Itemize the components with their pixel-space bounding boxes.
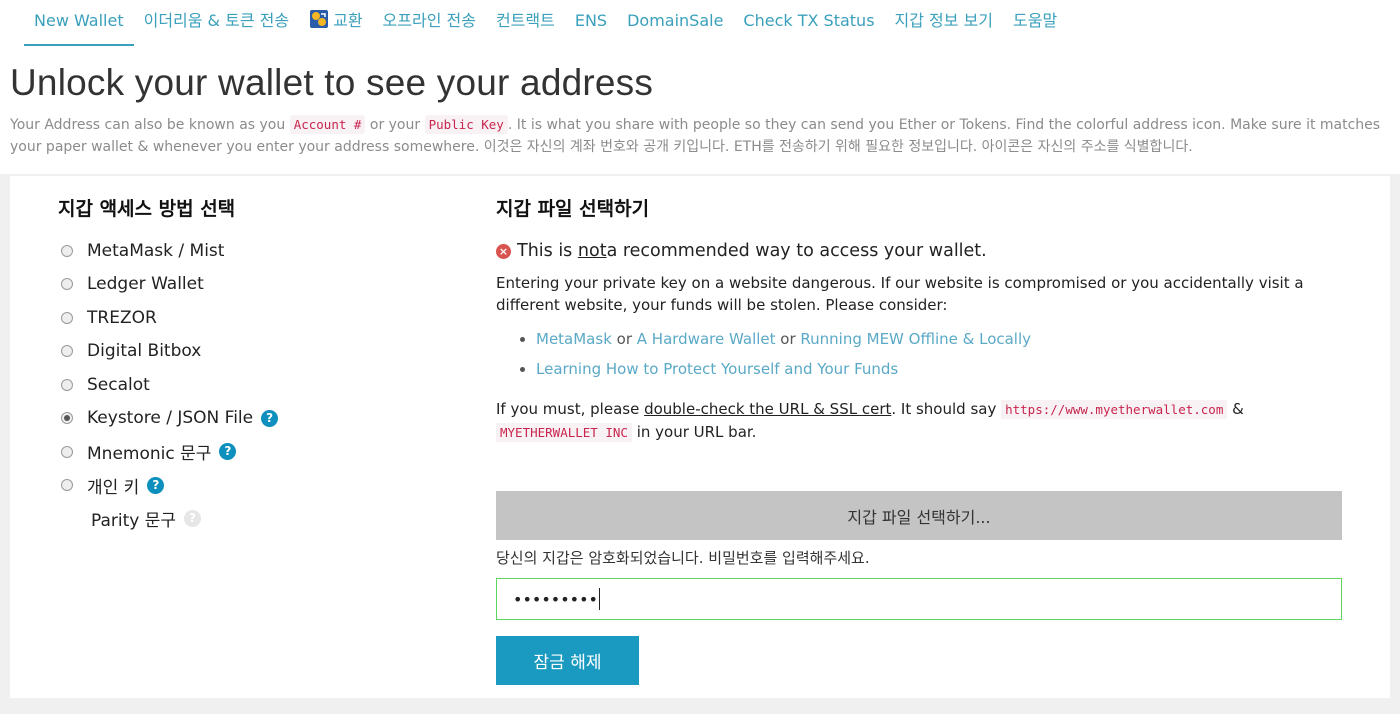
access-options: MetaMask / Mist Ledger Wallet TREZOR Dig… [58, 234, 458, 536]
help-icon[interactable]: ? [219, 443, 237, 461]
radio-button[interactable] [61, 244, 73, 257]
password-input[interactable]: ••••••••• [496, 578, 1342, 620]
access-method-title: 지갑 액세스 방법 선택 [58, 198, 236, 220]
url-check-paragraph: If you must, please double-check the URL… [496, 398, 1342, 444]
nav-send[interactable]: 이더리움 & 토큰 전송 [134, 0, 300, 46]
desc-text-1: Your Address can also be known as you [10, 117, 290, 133]
warn-pre: This is [517, 241, 573, 261]
or-text: or [611, 330, 637, 348]
suggestion-list: MetaMask or A Hardware Wallet or Running… [496, 324, 1342, 384]
warning-line: × This is not a recommended way to acces… [496, 234, 1342, 268]
option-metamask[interactable]: MetaMask / Mist [58, 234, 458, 268]
page-description: Your Address can also be known as you Ac… [10, 114, 1390, 158]
option-ledger[interactable]: Ledger Wallet [58, 268, 458, 302]
option-mnemonic[interactable]: Mnemonic 문구? [58, 435, 458, 469]
ssl-check-link[interactable]: double-check the URL & SSL cert [644, 400, 891, 418]
code-public-key: Public Key [424, 115, 508, 134]
option-label: Parity 문구 [91, 511, 177, 532]
help-icon[interactable]: ? [147, 476, 165, 494]
radio-button[interactable] [61, 278, 73, 291]
option-secalot[interactable]: Secalot [58, 368, 458, 402]
desc-text-2: or your [365, 117, 425, 133]
text-caret [598, 588, 600, 610]
error-icon: × [496, 243, 511, 259]
option-label: Keystore / JSON File [87, 408, 254, 429]
help-icon[interactable]: ? [184, 510, 202, 528]
nav-offline[interactable]: 오프라인 전송 [373, 0, 486, 46]
swap-icon [309, 3, 329, 45]
nav-swap[interactable]: 교환 [299, 0, 372, 46]
option-keystore[interactable]: Keystore / JSON File? [58, 402, 458, 436]
option-private-key[interactable]: 개인 키? [58, 469, 458, 503]
password-value: ••••••••• [513, 589, 598, 609]
offline-link[interactable]: Running MEW Offline & Locally [800, 330, 1031, 348]
nav-check-tx[interactable]: Check TX Status [733, 0, 884, 46]
nav-domainsale[interactable]: DomainSale [617, 0, 733, 46]
hardware-wallet-link[interactable]: A Hardware Wallet [637, 330, 776, 348]
nav-contracts[interactable]: 컨트랙트 [486, 0, 565, 46]
option-label: Secalot [87, 374, 150, 395]
must-amp: & [1227, 400, 1244, 418]
unlock-panel: 지갑 액세스 방법 선택 MetaMask / Mist Ledger Wall… [10, 176, 1390, 698]
radio-button[interactable] [61, 311, 73, 324]
nav-new-wallet[interactable]: New Wallet [24, 0, 134, 46]
option-label: Mnemonic 문구 [87, 444, 212, 465]
url-code: https://www.myetherwallet.com [1001, 400, 1228, 419]
option-trezor[interactable]: TREZOR [58, 301, 458, 335]
page-title: Unlock your wallet to see your address [10, 62, 654, 103]
list-item: Learning How to Protect Yourself and You… [536, 354, 1342, 384]
radio-button-checked[interactable] [61, 412, 73, 425]
radio-button[interactable] [61, 445, 73, 458]
help-icon[interactable]: ? [261, 409, 279, 427]
wallet-file-title: 지갑 파일 선택하기 [496, 198, 650, 220]
metamask-link[interactable]: MetaMask [536, 330, 612, 348]
main-nav: New Wallet 이더리움 & 토큰 전송 교환 오프라인 전송 컨트랙트 … [24, 0, 1067, 46]
unlock-button[interactable]: 잠금 해제 [496, 636, 639, 685]
select-wallet-file-button[interactable]: 지갑 파일 선택하기... [496, 491, 1342, 540]
nav-ens[interactable]: ENS [565, 0, 617, 46]
warn-not: not [577, 241, 607, 261]
top-area: New Wallet 이더리움 & 토큰 전송 교환 오프라인 전송 컨트랙트 … [0, 0, 1400, 174]
warning-paragraph: Entering your private key on a website d… [496, 274, 1304, 314]
option-label: Ledger Wallet [87, 274, 204, 295]
option-digital-bitbox[interactable]: Digital Bitbox [58, 335, 458, 369]
option-label: 개인 키 [87, 477, 140, 498]
or-text: or [775, 330, 801, 348]
radio-button[interactable] [61, 345, 73, 358]
option-parity[interactable]: Parity 문구? [58, 502, 458, 536]
radio-button[interactable] [61, 479, 73, 492]
wallet-file-column: 지갑 파일 선택하기 × This is not a recommended w… [496, 194, 1342, 685]
option-label: Digital Bitbox [87, 341, 202, 362]
encrypted-message: 당신의 지갑은 암호화되었습니다. 비밀번호를 입력해주세요. [496, 549, 870, 567]
inc-code: MYETHERWALLET INC [496, 423, 632, 442]
code-account: Account # [289, 115, 366, 134]
list-item: MetaMask or A Hardware Wallet or Running… [536, 324, 1342, 354]
must-pre: If you must, please [496, 400, 645, 418]
must-post: in your URL bar. [631, 423, 757, 441]
nav-swap-label: 교환 [333, 11, 363, 30]
warn-post: a recommended way to access your wallet. [606, 241, 987, 261]
nav-help[interactable]: 도움말 [1003, 0, 1067, 46]
access-method-column: 지갑 액세스 방법 선택 MetaMask / Mist Ledger Wall… [58, 194, 458, 536]
nav-view-wallet[interactable]: 지갑 정보 보기 [885, 0, 1004, 46]
learning-link[interactable]: Learning How to Protect Yourself and You… [536, 360, 898, 378]
radio-button[interactable] [61, 378, 73, 391]
option-label: TREZOR [87, 307, 157, 328]
option-label: MetaMask / Mist [87, 240, 225, 261]
must-mid: . It should say [891, 400, 1002, 418]
